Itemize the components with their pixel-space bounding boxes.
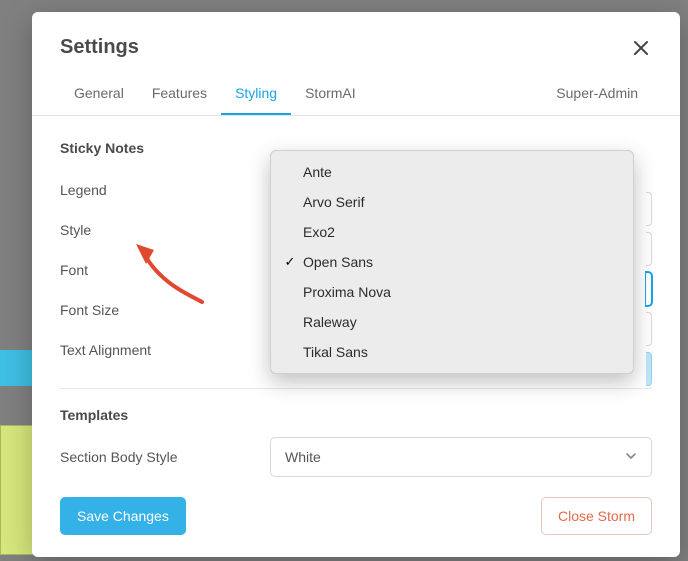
label-font: Font	[60, 262, 270, 278]
label-style: Style	[60, 222, 270, 238]
section-title-templates: Templates	[60, 407, 652, 423]
tab-stormai[interactable]: StormAI	[291, 75, 370, 115]
font-option-selected[interactable]: ✓Open Sans	[271, 247, 633, 277]
modal-body: Sticky Notes Legend Style Font Font Size…	[32, 116, 680, 485]
tab-super-admin[interactable]: Super-Admin	[542, 75, 652, 115]
style-field-edge[interactable]	[646, 232, 652, 266]
tabs-bar: General Features Styling StormAI Super-A…	[32, 67, 680, 116]
font-option[interactable]: Exo2	[271, 217, 633, 247]
font-option[interactable]: Arvo Serif	[271, 187, 633, 217]
close-storm-button[interactable]: Close Storm	[541, 497, 652, 535]
label-section-body-style: Section Body Style	[60, 449, 270, 465]
legend-field-edge[interactable]	[646, 192, 652, 226]
font-option[interactable]: Ante	[271, 157, 633, 187]
select-section-body-style[interactable]: White	[270, 437, 652, 477]
modal-footer: Save Changes Close Storm	[32, 485, 680, 557]
font-field-edge[interactable]	[646, 272, 652, 306]
label-font-size: Font Size	[60, 302, 270, 318]
label-text-alignment: Text Alignment	[60, 342, 270, 358]
close-icon[interactable]	[630, 37, 652, 59]
modal-title: Settings	[60, 36, 139, 59]
tab-styling[interactable]: Styling	[221, 75, 291, 115]
font-size-field-edge[interactable]	[646, 312, 652, 346]
section-divider	[60, 388, 652, 389]
font-option[interactable]: Tikal Sans	[271, 337, 633, 367]
font-option[interactable]: Raleway	[271, 307, 633, 337]
font-option[interactable]: Proxima Nova	[271, 277, 633, 307]
check-icon: ✓	[281, 254, 299, 270]
select-value: White	[285, 449, 321, 465]
label-legend: Legend	[60, 182, 270, 198]
save-changes-button[interactable]: Save Changes	[60, 497, 186, 535]
font-dropdown-popover: Ante Arvo Serif Exo2 ✓Open Sans Proxima …	[270, 150, 634, 374]
tab-features[interactable]: Features	[138, 75, 221, 115]
tab-general[interactable]: General	[60, 75, 138, 115]
text-alignment-field-edge[interactable]	[646, 352, 652, 386]
chevron-down-icon	[625, 449, 637, 465]
settings-modal: Settings General Features Styling StormA…	[32, 12, 680, 557]
